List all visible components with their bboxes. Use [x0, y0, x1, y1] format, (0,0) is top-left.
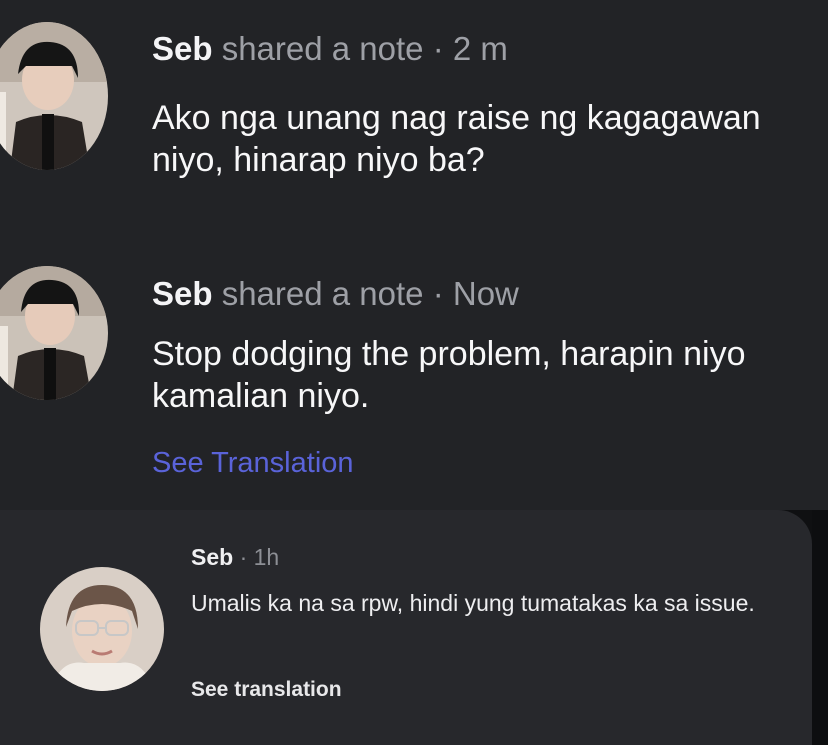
comment-text: Umalis ka na sa rpw, hindi yung tumataka… — [191, 590, 755, 616]
comment-time: 1h — [253, 544, 280, 570]
comment-card: Seb · 1h Umalis ka na sa rpw, hindi yung… — [0, 510, 812, 745]
notes-feed: Seb shared a note · 2 m Ako nga unang na… — [0, 0, 828, 745]
comment-author-name[interactable]: Seb — [191, 544, 233, 570]
note-time: Now — [452, 275, 519, 312]
see-translation-link[interactable]: See Translation — [152, 447, 354, 480]
see-translation-link[interactable]: See translation — [191, 678, 342, 702]
separator-dot: · — [423, 30, 453, 67]
avatar[interactable] — [40, 567, 164, 691]
note-text: Stop dodging the problem, harapin niyo k… — [152, 335, 746, 415]
card-edge-divider — [812, 510, 828, 745]
note-time: 2 m — [452, 30, 508, 67]
separator-dot: · — [233, 544, 254, 570]
avatar[interactable] — [0, 266, 108, 400]
note-action: shared a note — [212, 30, 424, 67]
author-name[interactable]: Seb — [152, 30, 213, 67]
note-action: shared a note — [212, 275, 424, 312]
comment-header: Seb · 1h — [191, 544, 279, 571]
author-name[interactable]: Seb — [152, 275, 213, 312]
note-header: Seb shared a note · 2 m — [152, 30, 508, 68]
separator-dot: · — [423, 275, 453, 312]
note-header: Seb shared a note · Now — [152, 275, 519, 313]
avatar[interactable] — [0, 22, 108, 170]
note-text: Ako nga unang nag raise ng kagagawan niy… — [152, 99, 761, 179]
comment-card-container: Seb · 1h Umalis ka na sa rpw, hindi yung… — [0, 510, 828, 745]
